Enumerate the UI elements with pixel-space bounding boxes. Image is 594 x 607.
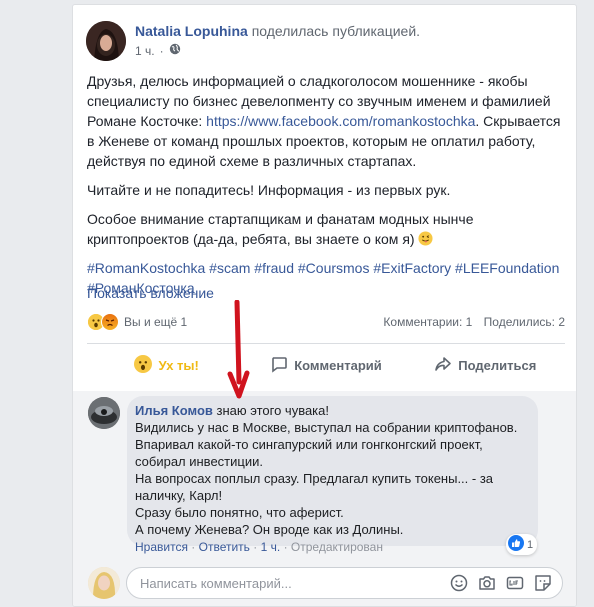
- stats-divider: [87, 343, 565, 344]
- comments-section: Илья Комов знаю этого чувака! Видились у…: [73, 391, 576, 606]
- author-avatar[interactable]: [86, 21, 126, 61]
- comment-bubble: Илья Комов знаю этого чувака! Видились у…: [127, 396, 538, 546]
- post-paragraph-3: Особое внимание стартапщикам и фанатам м…: [87, 211, 474, 247]
- profile-link[interactable]: https://www.facebook.com/romankostochka: [206, 113, 475, 129]
- post-body: Друзья, делюсь информацией о сладкоголос…: [87, 71, 569, 298]
- reactions-text: Вы и ещё 1: [124, 315, 188, 329]
- comment-button[interactable]: Комментарий: [246, 348, 405, 382]
- comment-author[interactable]: Илья Комов: [135, 403, 213, 418]
- comment-input[interactable]: [138, 574, 449, 592]
- comment-edited[interactable]: Отредактирован: [291, 540, 383, 554]
- comment-reply-link[interactable]: Ответить: [199, 540, 250, 554]
- share-label: Поделиться: [458, 357, 537, 373]
- commenter-avatar[interactable]: [88, 397, 120, 429]
- comments-count[interactable]: Комментарии: 1: [383, 315, 472, 329]
- comment-label: Комментарий: [294, 357, 382, 373]
- reactions-summary[interactable]: Вы и ещё 1: [87, 313, 187, 331]
- composer-tools: [449, 573, 562, 593]
- show-attachment-link[interactable]: Показать вложение: [87, 285, 214, 301]
- comment-actions: Нравится · Ответить · 1 ч. · Отредактиро…: [135, 540, 383, 554]
- comment-line-1: знаю этого чувака!: [216, 403, 330, 418]
- like-icon: [508, 535, 524, 554]
- post-meta: 1 ч. ·: [135, 43, 181, 58]
- author-name[interactable]: Natalia Lopuhina: [135, 23, 248, 39]
- gif-icon[interactable]: [505, 573, 525, 593]
- post-actions: Ух ты! Комментарий Поделиться: [87, 348, 565, 382]
- shared-text: поделилась публикацией.: [251, 23, 421, 39]
- comment-likes-count: 1: [527, 538, 534, 551]
- comment-line-4: На вопросах поплыл сразу. Предлагал купи…: [135, 471, 494, 503]
- current-user-avatar: [88, 567, 120, 599]
- comment-icon: [270, 355, 288, 376]
- post-time[interactable]: 1 ч.: [135, 44, 155, 58]
- post-paragraph-1: Друзья, делюсь информацией о сладкоголос…: [87, 73, 561, 169]
- red-arrow-annotation: [227, 300, 250, 399]
- wow-icon: [134, 354, 153, 376]
- comment-composer: [126, 567, 563, 599]
- post-header: Natalia Lopuhina поделилась публикацией.: [135, 23, 420, 39]
- tongue-emoji-icon: [418, 231, 433, 247]
- angry-reaction-icon: [101, 313, 119, 331]
- comment-line-2: Видились у нас в Москве, выступал на соб…: [135, 420, 518, 435]
- share-icon: [434, 355, 452, 376]
- comment-like-link[interactable]: Нравится: [135, 540, 188, 554]
- wow-label: Ух ты!: [158, 357, 199, 373]
- camera-icon[interactable]: [477, 573, 497, 593]
- comment-time[interactable]: 1 ч.: [261, 540, 281, 554]
- post-card: Natalia Lopuhina поделилась публикацией.…: [72, 4, 577, 607]
- post-stats: Вы и ещё 1 Комментарии: 1 Поделились: 2: [87, 311, 565, 333]
- comment-line-3: Впаривал какой-то сингапурский или гонгк…: [135, 437, 483, 469]
- stats-counts: Комментарии: 1 Поделились: 2: [383, 315, 565, 329]
- comment-line-6: А почему Женева? Он вроде как из Долины.: [135, 522, 404, 537]
- globe-icon: [169, 43, 181, 58]
- post-paragraph-2: Читайте и не попадитесь! Информация - из…: [87, 182, 451, 198]
- comment-like-badge[interactable]: 1: [506, 534, 538, 555]
- emoji-icon[interactable]: [449, 573, 469, 593]
- share-button[interactable]: Поделиться: [406, 348, 565, 382]
- comment-line-5: Сразу было понятно, что аферист.: [135, 505, 344, 520]
- sticker-icon[interactable]: [533, 573, 553, 593]
- shares-count[interactable]: Поделились: 2: [484, 315, 565, 329]
